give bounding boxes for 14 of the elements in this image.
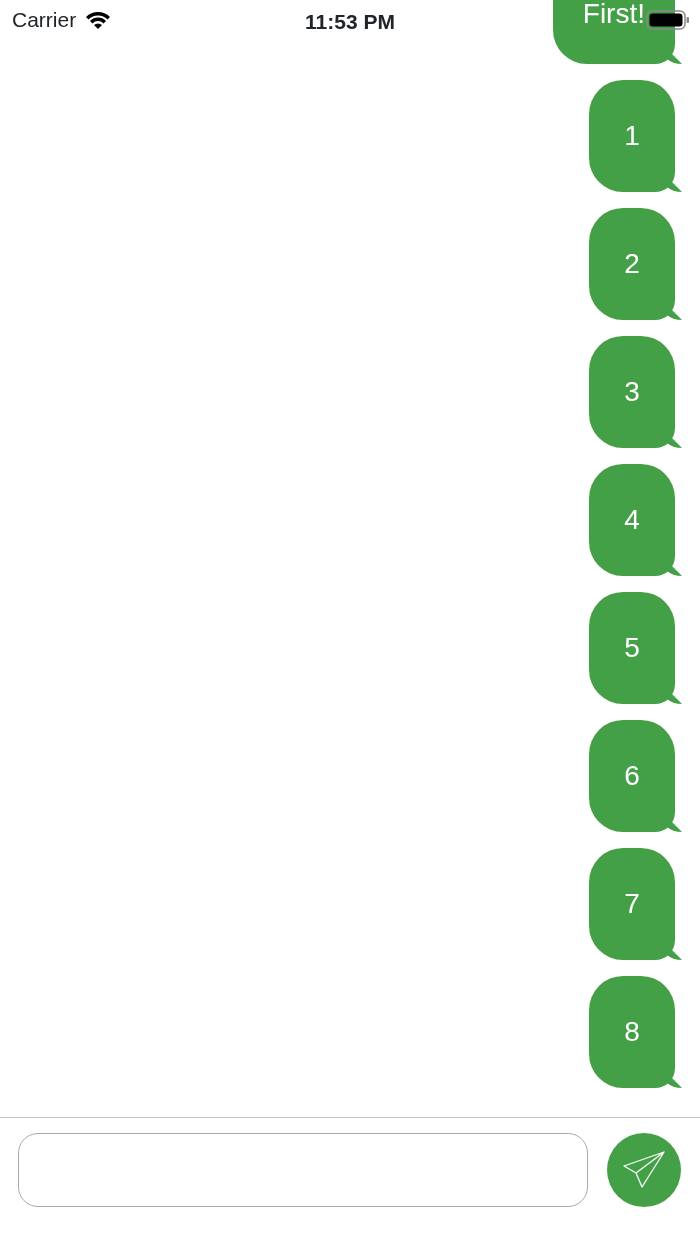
message-input-field[interactable] [18, 1133, 588, 1207]
wifi-icon [84, 10, 113, 30]
message-bubble: 1 [589, 80, 682, 192]
message-bubble: 6 [589, 720, 682, 832]
battery-icon [646, 10, 690, 30]
carrier-label: Carrier [12, 7, 77, 34]
clock-time: 11:53 PM [305, 9, 395, 35]
message-bubble: 2 [589, 208, 682, 320]
message-bubble: 8 [589, 976, 682, 1088]
paper-plane-icon [622, 1150, 666, 1190]
message-bubble: 7 [589, 848, 682, 960]
message-bubble: 5 [589, 592, 682, 704]
message-bubble: 3 [589, 336, 682, 448]
message-bubble: 4 [589, 464, 682, 576]
